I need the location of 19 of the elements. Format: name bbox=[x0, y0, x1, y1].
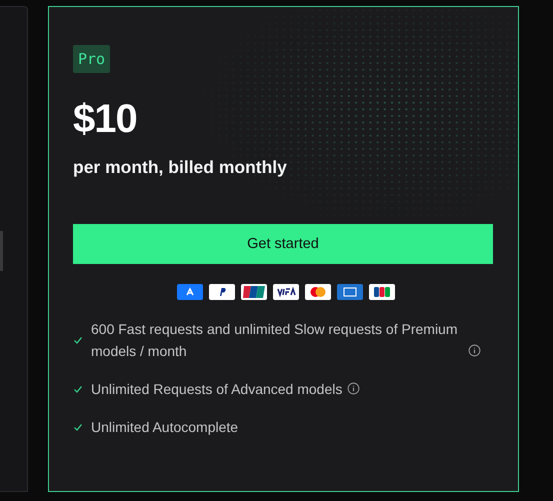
feature-text: Unlimited Autocomplete bbox=[91, 418, 238, 437]
payment-card-icon bbox=[336, 284, 362, 300]
payment-card-icon bbox=[176, 284, 202, 300]
payment-card-icon bbox=[272, 284, 298, 300]
payment-card-icon bbox=[368, 284, 394, 300]
check-icon bbox=[73, 335, 83, 345]
feature-text: 600 Fast requests and unlimited Slow requests of Premium models / month bbox=[91, 320, 459, 361]
info-icon[interactable] bbox=[347, 382, 360, 395]
price: $10 bbox=[73, 96, 137, 143]
check-icon bbox=[73, 422, 83, 432]
feature-text: Unlimited Requests of Advanced models bbox=[91, 380, 342, 399]
get-started-button[interactable]: Get started bbox=[73, 224, 493, 264]
plan-badge: Pro bbox=[73, 45, 110, 73]
billing-period: per month, billed monthly bbox=[73, 157, 287, 178]
payment-card-icon bbox=[240, 284, 266, 300]
check-icon bbox=[73, 384, 83, 394]
payment-card-icon bbox=[304, 284, 330, 300]
info-icon[interactable] bbox=[468, 344, 481, 357]
payment-card-icon bbox=[208, 284, 234, 300]
